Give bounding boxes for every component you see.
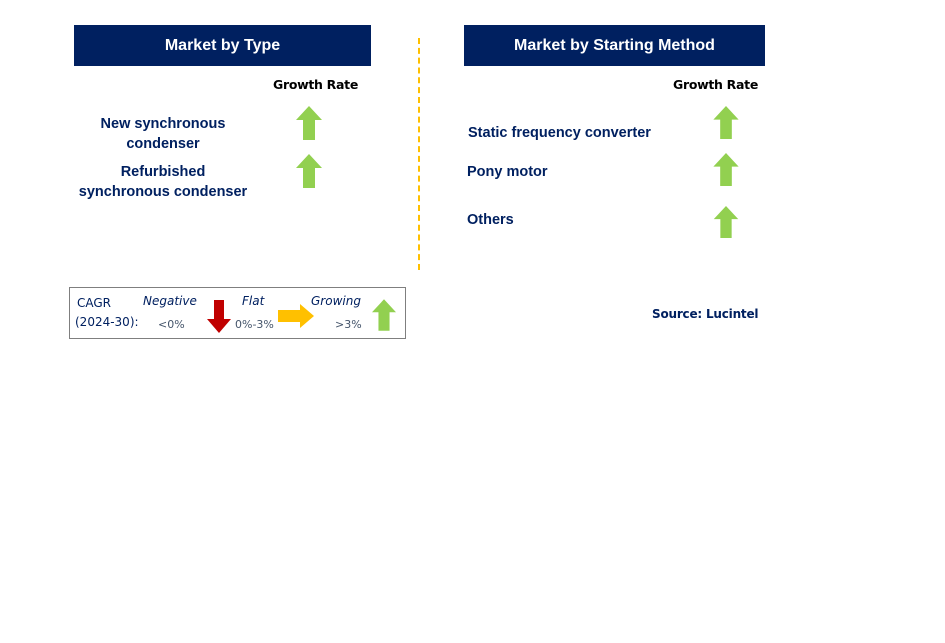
segment-new-synchronous-condenser: New synchronous condenser xyxy=(70,114,256,154)
segment-others: Others xyxy=(467,212,514,228)
cagr-legend: CAGR (2024-30): Negative <0% Flat 0%-3% … xyxy=(69,287,406,339)
legend-period-label: (2024-30): xyxy=(75,315,139,329)
legend-cagr-label: CAGR xyxy=(77,296,112,310)
segment-label-line2: condenser xyxy=(126,136,200,152)
legend-negative-range: <0% xyxy=(158,318,185,331)
right-arrow-icon xyxy=(278,304,314,328)
left-growth-rate-header: Growth Rate xyxy=(273,77,358,92)
segment-label-line1: New synchronous xyxy=(100,116,226,132)
up-arrow-icon xyxy=(296,154,322,188)
legend-growing-label: Growing xyxy=(311,294,361,308)
panel-divider xyxy=(418,38,420,270)
up-arrow-icon xyxy=(296,106,322,140)
segment-label-line2: synchronous condenser xyxy=(78,184,248,200)
legend-growing-range: >3% xyxy=(335,318,362,331)
up-arrow-icon xyxy=(713,206,739,238)
segment-pony-motor: Pony motor xyxy=(467,164,548,180)
segment-refurbished-synchronous-condenser: Refurbished synchronous condenser xyxy=(70,162,256,202)
market-by-type-header: Market by Type xyxy=(74,25,371,66)
segment-label-line1: Refurbished xyxy=(120,164,206,180)
down-arrow-icon xyxy=(207,300,231,333)
right-growth-rate-header: Growth Rate xyxy=(673,77,758,92)
legend-flat-range: 0%-3% xyxy=(235,318,274,331)
source-label: Source: Lucintel xyxy=(652,307,759,321)
legend-negative-label: Negative xyxy=(143,294,197,308)
legend-flat-label: Flat xyxy=(242,294,265,308)
market-by-type-title: Market by Type xyxy=(164,36,281,54)
up-arrow-icon xyxy=(713,106,739,139)
up-arrow-icon xyxy=(713,153,739,186)
up-arrow-icon xyxy=(372,298,396,332)
market-by-starting-method-header: Market by Starting Method xyxy=(464,25,765,66)
market-by-starting-method-title: Market by Starting Method xyxy=(514,36,715,54)
segment-static-frequency-converter: Static frequency converter xyxy=(468,125,651,141)
